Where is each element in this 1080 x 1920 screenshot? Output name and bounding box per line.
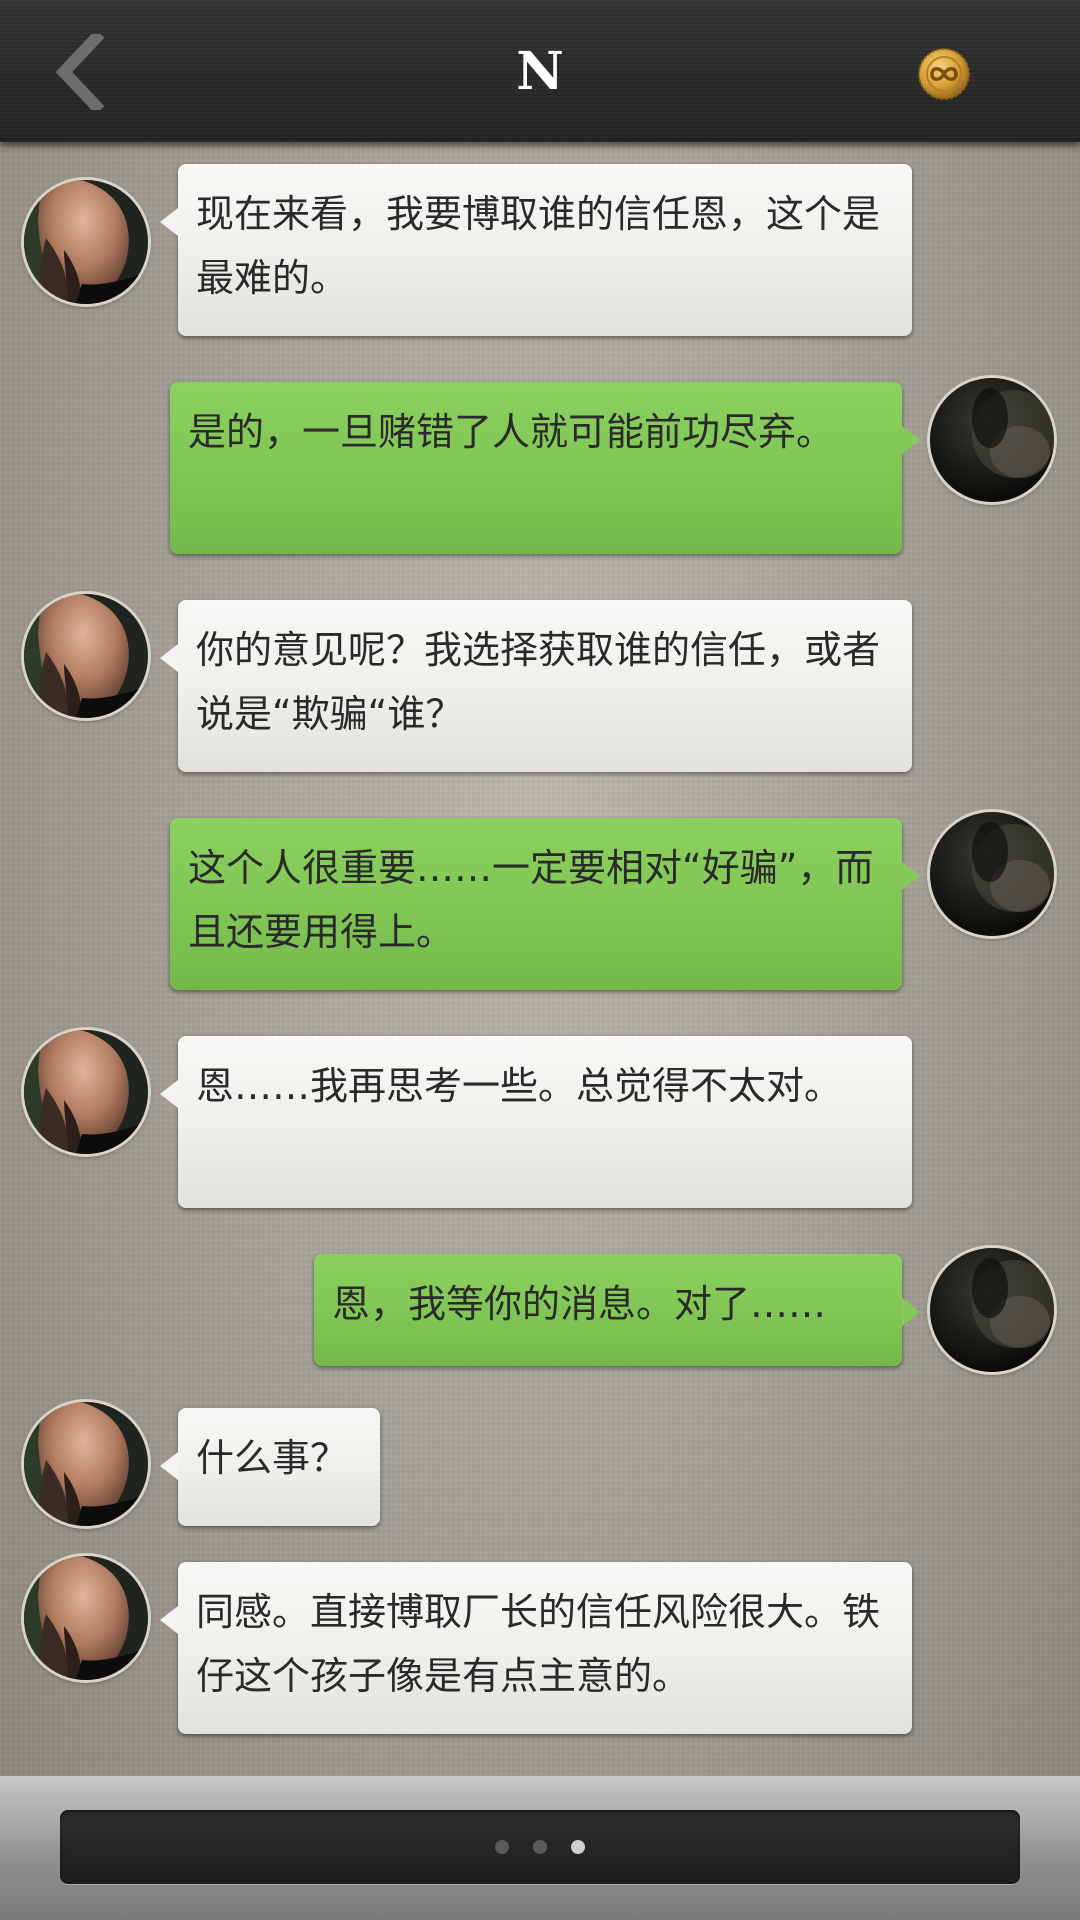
reply-options-bar[interactable] xyxy=(60,1810,1020,1884)
message-bubble-incoming[interactable]: 现在来看，我要博取谁的信任恩，这个是最难的。 xyxy=(160,164,912,336)
coin-button[interactable] xyxy=(916,46,972,102)
message-bubble-incoming[interactable]: 你的意见呢？我选择获取谁的信任，或者说是“欺骗“谁？ xyxy=(160,600,912,772)
message-bubble-incoming[interactable]: 恩……我再思考一些。总觉得不太对。 xyxy=(160,1036,912,1208)
page-dot xyxy=(533,1840,547,1854)
message-bubble-incoming[interactable]: 同感。直接博取厂长的信任风险很大。铁仔这个孩子像是有点主意的。 xyxy=(160,1562,912,1734)
contact-avatar[interactable] xyxy=(24,180,148,304)
chat-area[interactable]: 现在来看，我要博取谁的信任恩，这个是最难的。 是的，一旦赌错了人就可能前功尽弃。… xyxy=(0,142,1080,1776)
message-bubble-incoming[interactable]: 什么事？ xyxy=(160,1408,380,1526)
self-avatar[interactable] xyxy=(930,378,1054,502)
gold-coin-infinity-icon xyxy=(918,48,970,100)
message-bubble-outgoing[interactable]: 恩，我等你的消息。对了…… xyxy=(314,1254,920,1366)
bottom-bar xyxy=(0,1776,1080,1920)
self-avatar[interactable] xyxy=(930,812,1054,936)
page-indicator xyxy=(60,1840,1020,1854)
contact-avatar[interactable] xyxy=(24,1556,148,1680)
self-avatar[interactable] xyxy=(930,1248,1054,1372)
message-bubble-outgoing[interactable]: 这个人很重要……一定要相对“好骗”，而且还要用得上。 xyxy=(170,818,920,990)
page-dot xyxy=(495,1840,509,1854)
contact-avatar[interactable] xyxy=(24,594,148,718)
title-bar: N xyxy=(0,0,1080,142)
message-bubble-outgoing[interactable]: 是的，一旦赌错了人就可能前功尽弃。 xyxy=(170,382,920,554)
page-dot-active xyxy=(571,1840,585,1854)
contact-avatar[interactable] xyxy=(24,1030,148,1154)
contact-avatar[interactable] xyxy=(24,1402,148,1526)
